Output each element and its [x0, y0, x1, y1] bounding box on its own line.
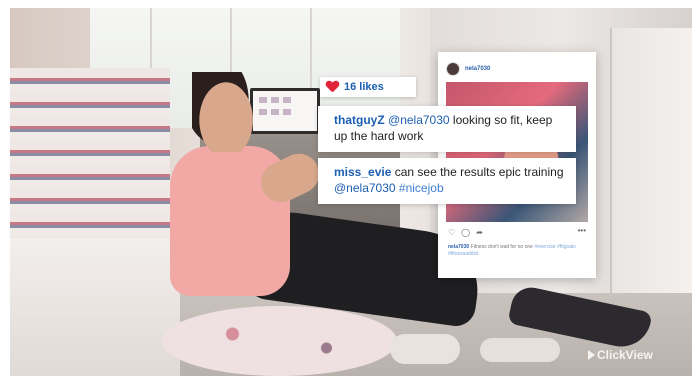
post-actions: ♡ ◯ ➦: [448, 228, 483, 237]
caption-text: Fitness don't wait for no one: [470, 244, 533, 250]
comment-mention: @nela7030: [388, 113, 450, 127]
post-username: nela7030: [465, 66, 491, 72]
laptop: [250, 88, 320, 134]
post-header: nela7030: [446, 62, 490, 76]
watermark-brand: ClickView: [597, 348, 653, 362]
heart-outline-icon: ♡: [448, 228, 456, 237]
share-icon: ➦: [476, 228, 483, 237]
person-foot: [390, 334, 460, 364]
comment-bubble: miss_evie can see the results epic train…: [318, 158, 576, 204]
wardrobe-door: [610, 28, 692, 298]
likes-badge: 16 likes: [320, 77, 416, 97]
comment-username: miss_evie: [334, 165, 392, 179]
comment-hashtag: #nicejob: [398, 181, 444, 195]
person-foot: [480, 338, 560, 362]
heart-icon: [326, 81, 338, 93]
watermark: ClickView: [588, 348, 653, 362]
play-icon: [588, 350, 595, 360]
floor-cushion: [162, 306, 397, 376]
person-head: [192, 72, 254, 152]
likes-count: 16 likes: [344, 81, 384, 93]
comment-bubble: thatguyZ @nela7030 looking so fit, keep …: [318, 106, 576, 152]
comment-icon: ◯: [461, 228, 471, 237]
post-caption: nela7030 Fitness don't wait for no one #…: [448, 244, 588, 258]
comment-username: thatguyZ: [334, 113, 385, 127]
caption-username: nela7030: [448, 244, 470, 250]
comment-text: can see the results epic training: [391, 165, 564, 179]
avatar: [446, 62, 460, 76]
more-icon: •••: [577, 226, 586, 235]
bed-base: [10, 238, 180, 376]
comment-mention: @nela7030: [334, 181, 396, 195]
